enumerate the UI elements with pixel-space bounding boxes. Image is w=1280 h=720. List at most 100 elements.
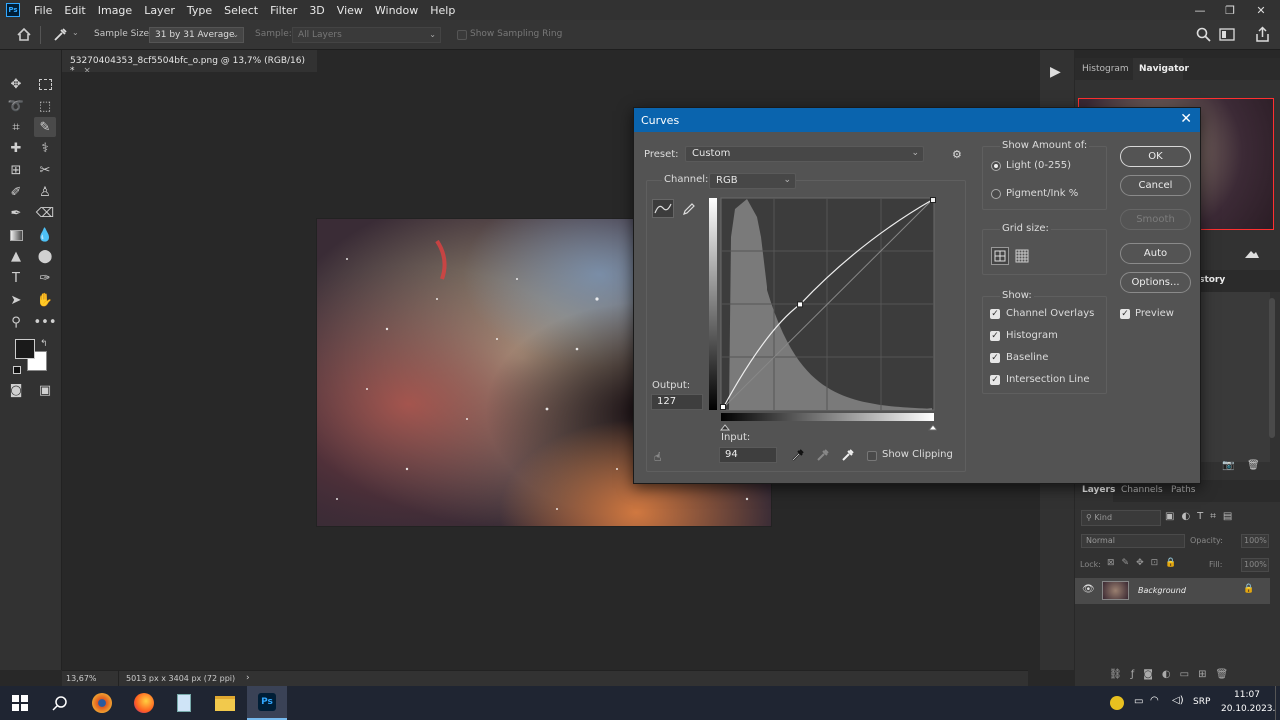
menu-type[interactable]: Type: [181, 4, 218, 17]
histogram-checkbox[interactable]: ✓: [990, 331, 1000, 341]
workspace-icon[interactable]: [1219, 28, 1235, 41]
tab-paths[interactable]: Paths: [1171, 485, 1195, 495]
sample-size-dropdown[interactable]: 31 by 31 Average ⌄: [149, 27, 244, 43]
firefox-icon[interactable]: [124, 686, 164, 720]
intersection-line-checkbox[interactable]: ✓: [990, 375, 1000, 385]
pen-tool-icon[interactable]: ✑: [34, 268, 56, 288]
tray-volume-icon[interactable]: ◁): [1172, 695, 1184, 706]
channel-overlays-checkbox[interactable]: ✓: [990, 309, 1000, 319]
gray-point-eyedropper-icon[interactable]: [816, 448, 830, 462]
dodge-tool-icon[interactable]: ▲: [5, 246, 27, 266]
play-actions-icon[interactable]: ▶: [1050, 64, 1061, 80]
detailed-grid-icon[interactable]: [1015, 249, 1029, 263]
dialog-close-icon[interactable]: ✕: [1180, 111, 1192, 127]
pencil-draw-icon[interactable]: [681, 201, 697, 217]
curves-graph[interactable]: [709, 197, 937, 441]
default-colors-icon[interactable]: [13, 366, 21, 374]
search-icon[interactable]: [1196, 27, 1211, 42]
layer-filter-kind[interactable]: ⚲ Kind: [1081, 510, 1161, 526]
zoom-level[interactable]: 13,67%: [66, 674, 97, 683]
visibility-eye-icon[interactable]: 👁: [1082, 584, 1095, 595]
type-tool-icon[interactable]: T: [5, 268, 27, 288]
content-aware-move-icon[interactable]: ⊞: [5, 160, 27, 180]
quick-mask-icon[interactable]: ◙: [5, 380, 27, 400]
zoom-in-mountain-icon[interactable]: [1245, 249, 1259, 259]
clock-time[interactable]: 11:07: [1234, 690, 1260, 700]
windows-start-icon[interactable]: [0, 686, 40, 720]
object-selection-tool-icon[interactable]: ⬚: [34, 96, 56, 116]
opacity-field[interactable]: 100%: [1241, 534, 1269, 548]
tray-app-icon[interactable]: [1110, 696, 1124, 710]
baseline-checkbox[interactable]: ✓: [990, 353, 1000, 363]
lock-icons[interactable]: ⊠✎✥⊡🔒: [1107, 558, 1183, 568]
targeted-adjustment-hand-icon[interactable]: ☝: [654, 450, 661, 464]
tab-histogram[interactable]: Histogram: [1082, 64, 1129, 74]
tab-layers[interactable]: Layers: [1082, 485, 1115, 495]
show-clipping-checkbox[interactable]: [867, 451, 877, 461]
simple-grid-button[interactable]: [991, 247, 1009, 265]
minimize-icon[interactable]: —: [1185, 0, 1215, 20]
language-indicator[interactable]: SRP: [1193, 697, 1210, 707]
spot-healing-tool-icon[interactable]: ⚕: [34, 138, 56, 158]
preview-checkbox[interactable]: ✓: [1120, 309, 1130, 319]
smooth-button[interactable]: Smooth: [1120, 209, 1191, 230]
restore-icon[interactable]: ❐: [1215, 0, 1245, 20]
eraser-tool-icon[interactable]: ⌫: [34, 203, 56, 223]
layer-actions-icons[interactable]: ⛓ƒ◙◐▭⊞🗑: [1109, 669, 1237, 680]
menu-filter[interactable]: Filter: [264, 4, 303, 17]
history-scrollbar[interactable]: [1269, 298, 1275, 438]
clone-stamp-tool-icon[interactable]: ♙: [34, 182, 56, 202]
history-brush-tool-icon[interactable]: ✒: [5, 203, 27, 223]
eyedropper-tool-icon[interactable]: ✎: [34, 117, 56, 137]
white-point-eyedropper-icon[interactable]: [841, 448, 855, 462]
menu-edit[interactable]: Edit: [58, 4, 91, 17]
tab-channels[interactable]: Channels: [1121, 485, 1163, 495]
menu-layer[interactable]: Layer: [138, 4, 181, 17]
ok-button[interactable]: OK: [1120, 146, 1191, 167]
delete-state-icon[interactable]: 🗑: [1247, 460, 1260, 471]
options-button[interactable]: Options...: [1120, 272, 1191, 293]
taskbar-search-icon[interactable]: [40, 686, 80, 720]
menu-window[interactable]: Window: [369, 4, 424, 17]
menu-image[interactable]: Image: [92, 4, 138, 17]
menu-help[interactable]: Help: [424, 4, 461, 17]
crop-tool-icon[interactable]: ⌗: [5, 117, 27, 137]
curves-titlebar[interactable]: Curves ✕: [634, 108, 1200, 132]
move-tool-icon[interactable]: ✥: [5, 74, 27, 94]
foreground-color-swatch[interactable]: [15, 339, 35, 359]
red-eye-tool-icon[interactable]: ✂: [34, 160, 56, 180]
show-desktop-button[interactable]: [1275, 686, 1280, 720]
clock-date[interactable]: 20.10.2023.: [1221, 704, 1275, 714]
marquee-tool-icon[interactable]: [34, 74, 56, 94]
home-icon[interactable]: [16, 27, 32, 42]
new-snapshot-icon[interactable]: 📷: [1222, 460, 1234, 471]
output-field[interactable]: 127: [651, 394, 703, 410]
document-tab[interactable]: 53270404353_8cf5504bfc_o.png @ 13,7% (RG…: [62, 50, 317, 76]
pigment-radio[interactable]: [991, 189, 1001, 199]
share-icon[interactable]: [1255, 26, 1270, 43]
close-window-icon[interactable]: ✕: [1246, 0, 1276, 20]
swap-colors-icon[interactable]: ↰: [40, 339, 48, 349]
healing-brush-tool-icon[interactable]: ✚: [5, 138, 27, 158]
preset-options-gear-icon[interactable]: ⚙: [952, 148, 962, 161]
more-tools-icon[interactable]: •••: [34, 312, 57, 332]
file-explorer-icon[interactable]: [205, 686, 245, 720]
hand-tool-icon[interactable]: ✋: [34, 290, 56, 310]
tool-preset-chevron-icon[interactable]: ⌄: [72, 28, 79, 37]
layer-row-background[interactable]: 👁 Background 🔒: [1075, 578, 1270, 604]
curve-point-mode-button[interactable]: [652, 199, 674, 218]
tray-network-icon[interactable]: ◠: [1150, 695, 1159, 706]
menu-file[interactable]: File: [28, 4, 58, 17]
notepad-icon[interactable]: [164, 686, 204, 720]
zoom-tool-icon[interactable]: ⚲: [5, 312, 27, 332]
screen-mode-icon[interactable]: ▣: [34, 380, 56, 400]
app-eye-icon[interactable]: [82, 686, 122, 720]
eyedropper-tool-icon[interactable]: [52, 27, 68, 43]
layer-name[interactable]: Background: [1138, 586, 1186, 595]
blend-mode-dropdown[interactable]: Normal: [1081, 534, 1185, 548]
sponge-tool-icon[interactable]: ⬤: [34, 246, 56, 266]
tray-battery-icon[interactable]: ▭: [1134, 696, 1143, 707]
light-radio[interactable]: [991, 161, 1001, 171]
path-selection-tool-icon[interactable]: ➤: [5, 290, 27, 310]
tab-navigator[interactable]: Navigator: [1139, 64, 1189, 74]
